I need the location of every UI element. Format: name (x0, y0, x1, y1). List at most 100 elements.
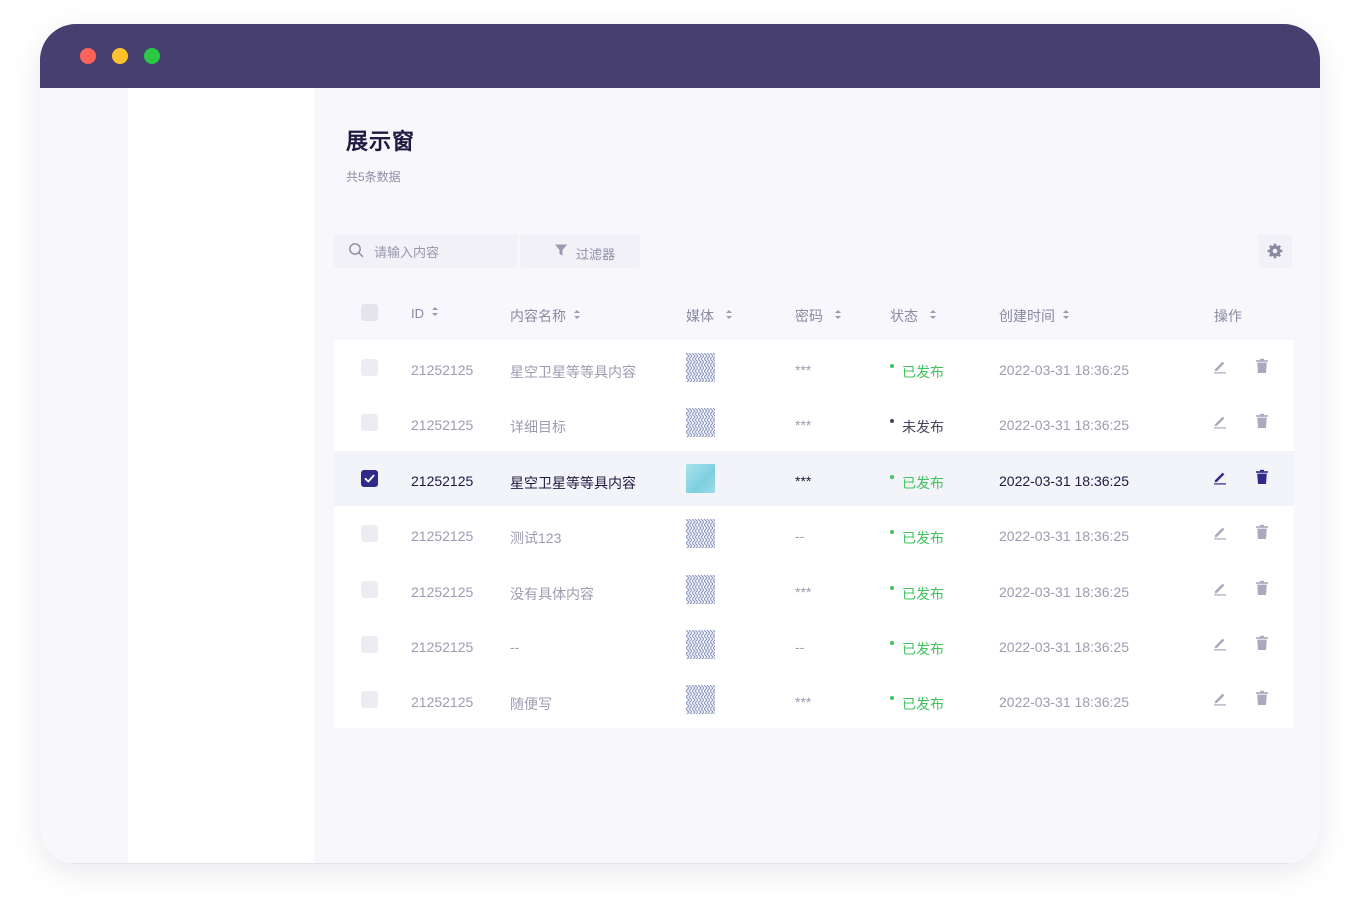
column-header-status[interactable]: 状态 (890, 306, 936, 326)
status-label: 已发布 (902, 585, 944, 602)
row-checkbox[interactable] (361, 635, 378, 653)
row-checkbox[interactable] (361, 359, 378, 376)
edit-button[interactable] (1212, 358, 1228, 374)
gear-icon (1267, 243, 1283, 259)
search-box[interactable] (334, 234, 518, 268)
pattern-thumbnail (686, 685, 715, 715)
trash-icon (1256, 635, 1268, 650)
row-name: 星空卫星等等具内容 (510, 364, 636, 380)
filter-label: 过滤器 (576, 247, 616, 262)
pattern-thumbnail (686, 408, 715, 438)
row-password: -- (795, 528, 805, 545)
search-input[interactable] (374, 242, 510, 262)
filter-button[interactable]: 过滤器 (520, 234, 640, 268)
column-header-id-label: ID (411, 306, 424, 321)
row-password: *** (795, 583, 812, 600)
table-row[interactable]: 21252125 没有具体内容 *** 已发布 2022-03-31 18:36… (334, 562, 1294, 617)
pencil-icon (1214, 416, 1226, 429)
row-created-time: 2022-03-31 18:36:25 (999, 417, 1129, 434)
sort-icon[interactable] (1063, 310, 1069, 319)
table-row[interactable]: 21252125 详细目标 *** 未发布 2022-03-31 18:36:2… (334, 395, 1294, 450)
close-window-button[interactable] (80, 48, 96, 64)
trash-icon (1256, 469, 1268, 484)
media-photo-thumbnail[interactable] (686, 463, 715, 493)
media-thumbnail[interactable] (686, 574, 715, 604)
row-checkbox[interactable] (361, 691, 378, 709)
media-thumbnail[interactable] (686, 629, 715, 659)
table-row[interactable]: 21252125 测试123 -- 已发布 2022-03-31 18:36:2… (334, 506, 1294, 561)
pattern-thumbnail (686, 519, 715, 549)
row-id: 21252125 (411, 417, 474, 434)
media-thumbnail[interactable] (686, 408, 715, 438)
delete-button[interactable] (1254, 469, 1270, 485)
status-dot (890, 364, 894, 368)
delete-button[interactable] (1254, 690, 1270, 706)
pencil-icon (1214, 361, 1226, 374)
settings-button[interactable] (1258, 234, 1292, 268)
status-label: 未发布 (902, 419, 944, 436)
table-row[interactable]: 21252125 星空卫星等等具内容 *** 已发布 2022-03-31 18… (334, 450, 1294, 507)
status-dot (890, 419, 894, 424)
table-row[interactable]: 21252125 -- -- 已发布 2022-03-31 18:36:25 (334, 617, 1294, 672)
column-header-id[interactable]: ID (411, 306, 438, 321)
column-header-created[interactable]: 创建时间 (999, 306, 1069, 326)
row-name: 测试123 (510, 530, 562, 547)
column-header-media-label: 媒体 (686, 308, 714, 324)
edit-button[interactable] (1212, 524, 1228, 540)
trash-icon (1256, 358, 1268, 373)
sort-icon[interactable] (726, 310, 732, 319)
sort-icon[interactable] (432, 307, 438, 316)
media-thumbnail[interactable] (686, 685, 715, 715)
sort-icon[interactable] (930, 310, 936, 319)
status-dot (890, 696, 894, 701)
edit-button[interactable] (1212, 690, 1228, 706)
row-checkbox[interactable] (361, 580, 378, 598)
status-label: 已发布 (902, 364, 944, 380)
row-checkbox[interactable] (361, 414, 378, 432)
table-row[interactable]: 21252125 随便写 *** 已发布 2022-03-31 18:36:25 (334, 672, 1294, 727)
maximize-window-button[interactable] (144, 48, 160, 64)
delete-button[interactable] (1254, 524, 1270, 540)
row-created-time: 2022-03-31 18:36:25 (999, 528, 1129, 545)
trash-icon (1256, 524, 1268, 540)
row-password: *** (795, 362, 812, 378)
row-created-time: 2022-03-31 18:36:25 (999, 638, 1129, 655)
table-row[interactable]: 21252125 星空卫星等等具内容 *** 已发布 2022-03-31 18… (334, 340, 1294, 395)
column-header-name[interactable]: 内容名称 (510, 306, 580, 326)
delete-button[interactable] (1254, 635, 1270, 651)
content-table: ID 内容名称 媒体 密码 状态 创建时间 操作 21252125 星空卫星等等… (334, 288, 1294, 728)
select-all-checkbox[interactable] (361, 304, 378, 321)
sort-icon[interactable] (835, 310, 841, 319)
row-checkbox[interactable] (361, 469, 378, 487)
pencil-icon (1214, 472, 1226, 485)
media-thumbnail[interactable] (686, 353, 715, 382)
delete-button[interactable] (1254, 413, 1270, 429)
row-created-time: 2022-03-31 18:36:25 (999, 694, 1129, 711)
row-id: 21252125 (411, 583, 474, 600)
pattern-thumbnail (686, 629, 715, 659)
row-checkbox[interactable] (361, 525, 378, 543)
pattern-thumbnail (686, 353, 715, 382)
row-name: 随便写 (510, 696, 552, 713)
table-header: ID 内容名称 媒体 密码 状态 创建时间 操作 (334, 288, 1294, 340)
row-created-time: 2022-03-31 18:36:25 (999, 362, 1129, 378)
filter-icon (555, 244, 567, 256)
row-id: 21252125 (411, 694, 474, 711)
edit-button[interactable] (1212, 469, 1228, 485)
delete-button[interactable] (1254, 358, 1270, 374)
sort-icon[interactable] (574, 310, 580, 319)
column-header-password[interactable]: 密码 (795, 306, 841, 326)
search-icon (349, 243, 364, 258)
row-name: -- (510, 638, 520, 655)
row-password: -- (795, 638, 805, 655)
column-header-media[interactable]: 媒体 (686, 306, 732, 326)
media-thumbnail[interactable] (686, 519, 715, 549)
edit-button[interactable] (1212, 580, 1228, 596)
pencil-icon (1214, 693, 1226, 706)
status-dot (890, 640, 894, 645)
minimize-window-button[interactable] (112, 48, 128, 64)
edit-button[interactable] (1212, 413, 1228, 429)
title-bar (40, 24, 1320, 88)
edit-button[interactable] (1212, 635, 1228, 651)
delete-button[interactable] (1254, 580, 1270, 596)
